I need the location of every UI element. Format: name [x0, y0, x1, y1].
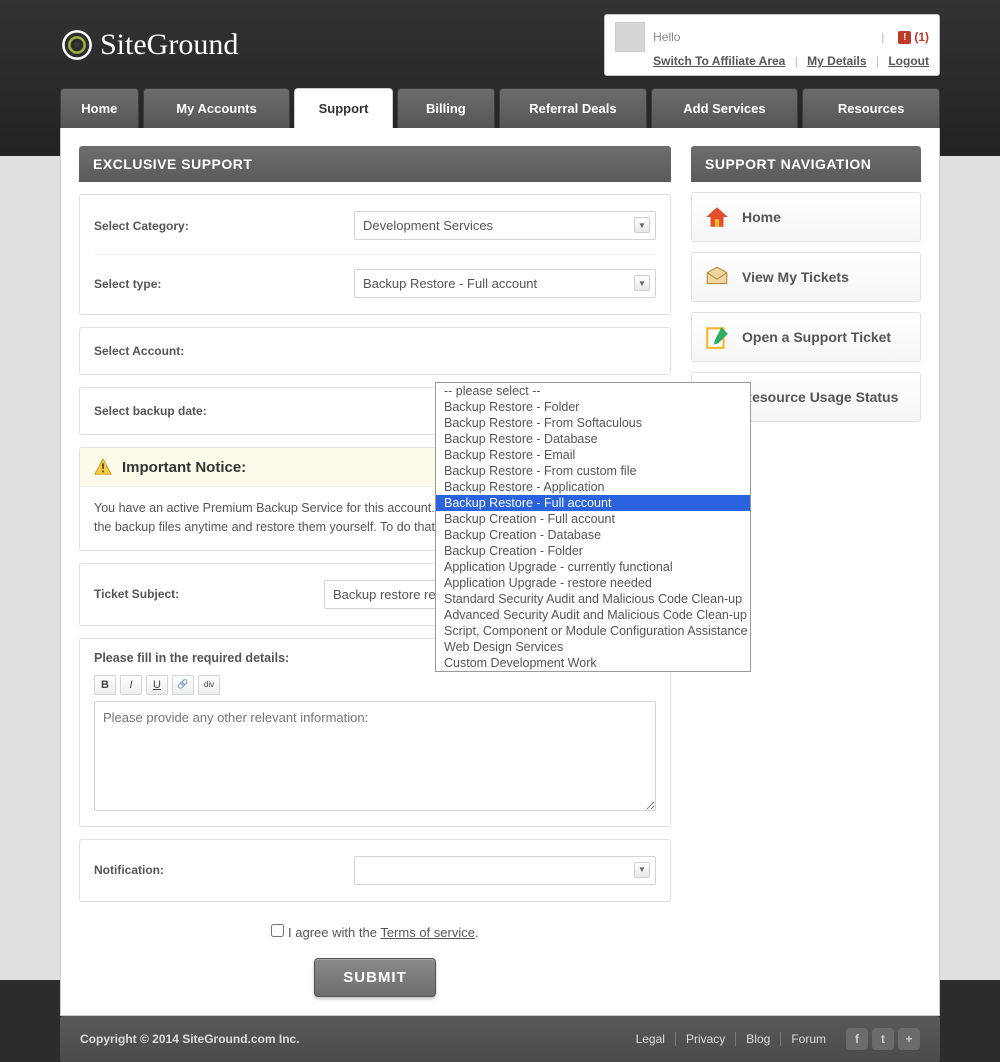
swirl-icon: [60, 28, 94, 62]
type-option[interactable]: Script, Component or Module Configuratio…: [436, 623, 750, 639]
side-item-open-a-support-ticket[interactable]: Open a Support Ticket: [691, 312, 921, 362]
brand-name: SiteGround: [100, 28, 238, 62]
type-option[interactable]: Backup Creation - Database: [436, 527, 750, 543]
nav-tab-support[interactable]: Support: [294, 88, 392, 128]
user-panel: Hello | ! (1) Switch To Affiliate Area |…: [604, 14, 940, 76]
my-details-link[interactable]: My Details: [807, 54, 866, 68]
alert-badge[interactable]: ! (1): [898, 30, 929, 44]
nav-tab-home[interactable]: Home: [60, 88, 139, 128]
greeting-text: Hello: [653, 30, 867, 44]
type-option[interactable]: Custom Development Work: [436, 655, 750, 671]
type-option[interactable]: Advanced Security Audit and Malicious Co…: [436, 607, 750, 623]
side-item-view-my-tickets[interactable]: View My Tickets: [691, 252, 921, 302]
type-option[interactable]: Backup Restore - Full account: [436, 495, 750, 511]
type-option[interactable]: -- please select --: [436, 383, 750, 399]
label-category: Select Category:: [94, 219, 354, 233]
select-category[interactable]: Development Services: [354, 211, 656, 240]
select-type[interactable]: Backup Restore - Full account: [354, 269, 656, 298]
alert-icon: !: [898, 31, 911, 44]
avatar: [615, 22, 645, 52]
label-notification: Notification:: [94, 863, 354, 877]
footer-link-privacy[interactable]: Privacy: [676, 1032, 736, 1046]
notice-title: Important Notice:: [122, 459, 246, 476]
chevron-down-icon[interactable]: ▼: [634, 275, 650, 291]
type-option[interactable]: Backup Restore - Application: [436, 479, 750, 495]
type-option[interactable]: Application Upgrade - restore needed: [436, 575, 750, 591]
side-item-label: View My Tickets: [742, 269, 849, 285]
agree-checkbox[interactable]: [271, 924, 284, 937]
type-option[interactable]: Backup Creation - Full account: [436, 511, 750, 527]
type-option[interactable]: Backup Restore - From Softaculous: [436, 415, 750, 431]
side-item-label: Open a Support Ticket: [742, 329, 891, 345]
footer-link-forum[interactable]: Forum: [781, 1032, 836, 1046]
footer-link-blog[interactable]: Blog: [736, 1032, 781, 1046]
tickets-icon: [704, 264, 730, 290]
chevron-down-icon[interactable]: ▼: [634, 862, 650, 878]
twitter-icon[interactable]: t: [872, 1028, 894, 1050]
side-item-label: Resource Usage Status: [742, 389, 898, 405]
label-type: Select type:: [94, 277, 354, 291]
footer-link-legal[interactable]: Legal: [626, 1032, 676, 1046]
italic-button[interactable]: I: [120, 675, 142, 695]
side-panel-title: SUPPORT NAVIGATION: [691, 146, 921, 182]
home-icon: [704, 204, 730, 230]
type-option[interactable]: Backup Restore - Database: [436, 431, 750, 447]
switch-affiliate-link[interactable]: Switch To Affiliate Area: [653, 54, 785, 68]
logout-link[interactable]: Logout: [888, 54, 929, 68]
facebook-icon[interactable]: f: [846, 1028, 868, 1050]
ticket-write-icon: [704, 324, 730, 350]
footer: Copyright © 2014 SiteGround.com Inc. Leg…: [60, 1016, 940, 1062]
nav-tab-referral-deals[interactable]: Referral Deals: [499, 88, 647, 128]
label-account: Select Account:: [94, 344, 354, 358]
bold-button[interactable]: B: [94, 675, 116, 695]
warning-icon: [94, 458, 112, 476]
nav-tab-resources[interactable]: Resources: [802, 88, 940, 128]
side-item-home[interactable]: Home: [691, 192, 921, 242]
nav-tab-my-accounts[interactable]: My Accounts: [143, 88, 291, 128]
side-item-label: Home: [742, 209, 781, 225]
copyright-text: Copyright © 2014 SiteGround.com Inc.: [80, 1032, 300, 1046]
label-backup-date: Select backup date:: [94, 404, 354, 418]
nav-tab-add-services[interactable]: Add Services: [651, 88, 799, 128]
brand-logo[interactable]: SiteGround: [60, 28, 238, 62]
type-option[interactable]: Backup Restore - From custom file: [436, 463, 750, 479]
chevron-down-icon[interactable]: ▼: [634, 217, 650, 233]
submit-button[interactable]: SUBMIT: [314, 958, 436, 997]
main-panel-title: EXCLUSIVE SUPPORT: [79, 146, 671, 182]
type-option[interactable]: Backup Creation - Folder: [436, 543, 750, 559]
select-notification[interactable]: [354, 856, 656, 885]
type-option[interactable]: Web Design Services: [436, 639, 750, 655]
label-ticket-subject: Ticket Subject:: [94, 587, 324, 601]
details-textarea[interactable]: [94, 701, 656, 811]
div-button[interactable]: div: [198, 675, 220, 695]
underline-button[interactable]: U: [146, 675, 168, 695]
link-button[interactable]: 🔗: [172, 675, 194, 695]
plus-icon[interactable]: +: [898, 1028, 920, 1050]
type-option[interactable]: Backup Restore - Folder: [436, 399, 750, 415]
type-dropdown-list[interactable]: -- please select --Backup Restore - Fold…: [435, 382, 751, 672]
type-option[interactable]: Standard Security Audit and Malicious Co…: [436, 591, 750, 607]
terms-link[interactable]: Terms of service: [380, 925, 475, 940]
nav-tab-billing[interactable]: Billing: [397, 88, 495, 128]
main-nav: HomeMy AccountsSupportBillingReferral De…: [60, 88, 940, 128]
type-option[interactable]: Application Upgrade - currently function…: [436, 559, 750, 575]
type-option[interactable]: Backup Restore - Email: [436, 447, 750, 463]
